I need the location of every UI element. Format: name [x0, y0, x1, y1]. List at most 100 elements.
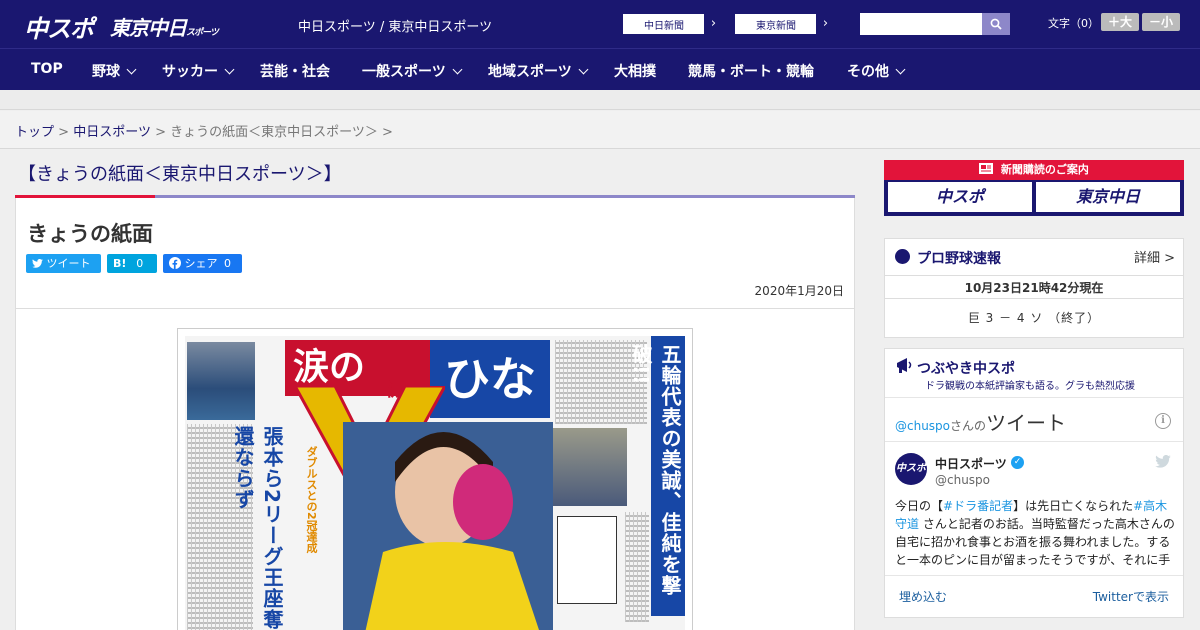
tweet-text-part: 】は先日亡くなられた: [1013, 499, 1134, 513]
tweet-widget-subtitle[interactable]: ドラ観戦の本紙評論家も語る。グラも熱烈応援: [925, 377, 1135, 392]
tokyo-logo-text: 東京中日: [110, 16, 187, 40]
nav-label: 大相撲: [614, 64, 656, 80]
chevron-down-icon: [452, 64, 463, 75]
headline-vertical-left: 張本ら2リーグ王座奪還ならず: [231, 426, 284, 630]
article-title: きょうの紙面: [27, 222, 153, 246]
nav-item-sumo[interactable]: 大相撲: [614, 61, 656, 81]
baseball-widget-title: プロ野球速報: [917, 251, 1001, 267]
chevron-down-icon: [224, 64, 235, 75]
tokyo-logo-small: スポーツ: [186, 28, 219, 38]
spacer-band: [0, 90, 1200, 110]
twitter-timeline-widget: つぶやき中スポ ドラ観戦の本紙評論家も語る。グラも熱烈応援 @chuspoさんの…: [884, 348, 1184, 618]
main-nav: TOP 野球 サッカー 芸能・社会 一般スポーツ 地域スポーツ 大相撲 競馬・ボ…: [0, 48, 1200, 90]
baseball-game-score[interactable]: 巨 3 － 4 ソ （終了）: [885, 309, 1183, 326]
facebook-count: 0: [224, 257, 231, 270]
baseball-scores-widget: プロ野球速報 詳細 > 10月23日21時42分現在 巨 3 － 4 ソ （終了…: [884, 238, 1184, 338]
avatar[interactable]: 中スポ: [895, 453, 927, 485]
nav-item-general-sports[interactable]: 一般スポーツ: [362, 61, 463, 81]
font-smaller-button[interactable]: －小: [1142, 13, 1180, 31]
nav-item-top[interactable]: TOP: [31, 61, 63, 77]
subscribe-chuspo-logo[interactable]: 中スポ: [888, 182, 1032, 212]
score-box: [557, 516, 617, 604]
timeline-footer: 埋め込む Twitterで表示: [885, 575, 1183, 617]
nav-item-entertainment[interactable]: 芸能・社会: [260, 61, 330, 81]
timeline-tweets-word: ツイート: [986, 411, 1067, 435]
player-small-photo: [545, 428, 627, 506]
subscription-title: 新聞購読のご案内: [884, 160, 1184, 180]
nav-item-racing[interactable]: 競馬・ボート・競輪: [688, 61, 814, 81]
baseball-updated-time: 10月23日21時42分現在: [885, 275, 1183, 299]
article-date: 2020年1月20日: [754, 284, 844, 298]
font-size-label: 文字（0）: [1048, 17, 1099, 30]
nav-item-soccer[interactable]: サッカー: [162, 61, 235, 81]
baseball-detail-link[interactable]: 詳細 >: [1134, 247, 1175, 266]
nav-label: 地域スポーツ: [488, 64, 572, 80]
font-larger-button[interactable]: ＋大: [1101, 13, 1139, 31]
chevron-down-icon: [578, 64, 589, 75]
tweet-account-name[interactable]: 中日スポーツ: [935, 455, 1007, 472]
facebook-share-button[interactable]: シェア 0: [163, 254, 242, 273]
breadcrumb-top[interactable]: トップ: [15, 125, 54, 140]
ext-link-label: 中日新聞: [644, 21, 684, 32]
tokyo-shimbun-link[interactable]: 東京新聞 ›: [734, 13, 836, 35]
tweet-button[interactable]: ツイート: [26, 254, 101, 273]
newspaper-front-page-image[interactable]: 涙の ひな V 初 張本ら2リーグ王座奪還ならず ダブルスとの2冠達成 五輪代表…: [185, 336, 685, 630]
nav-label: その他: [847, 64, 889, 80]
divider: [885, 441, 1183, 442]
chuspo-logo[interactable]: 中スポ: [24, 9, 94, 44]
nav-label: サッカー: [162, 64, 218, 80]
player-photo: [343, 422, 553, 630]
headline-hatsu: 初: [385, 380, 403, 401]
page-title: 【きょうの紙面＜東京中日スポーツ＞】: [18, 164, 342, 185]
breadcrumb-separator: >: [155, 125, 166, 140]
megaphone-icon: [897, 358, 912, 373]
header-bar: 中スポ 東京中日スポーツ 中日スポーツ / 東京中日スポーツ 中日新聞 › 東京…: [0, 0, 1200, 48]
nav-label: 競馬・ボート・競輪: [688, 64, 814, 80]
embed-link[interactable]: 埋め込む: [899, 588, 947, 605]
tweet-text-part: 今日の【: [895, 499, 944, 513]
site-names[interactable]: 中日スポーツ / 東京中日スポーツ: [298, 16, 492, 35]
breadcrumb: トップ > 中日スポーツ > きょうの紙面＜東京中日スポーツ＞ >: [0, 111, 1200, 149]
timeline-handle-suffix: さんの: [950, 419, 987, 433]
timeline-header: @chuspoさんのツイート: [895, 407, 1066, 436]
twitter-bird-icon[interactable]: [1155, 455, 1171, 468]
newspaper-icon: [979, 163, 994, 174]
view-on-twitter-link[interactable]: Twitterで表示: [1093, 588, 1169, 605]
headline-vertical-right: 五輪代表の美誠、佳純を撃破!!: [629, 336, 685, 616]
search-input[interactable]: [860, 13, 982, 35]
nav-item-other[interactable]: その他: [847, 61, 906, 81]
timeline-handle[interactable]: @chuspo: [895, 419, 950, 433]
nav-item-local-sports[interactable]: 地域スポーツ: [488, 61, 589, 81]
hashtag-link[interactable]: #ドラ番記者: [943, 499, 1013, 513]
subscription-banner[interactable]: 新聞購読のご案内 中スポ 東京中日: [884, 160, 1184, 216]
nav-label: 野球: [92, 64, 120, 80]
ext-link-label: 東京新聞: [756, 21, 796, 32]
nav-label: TOP: [31, 61, 63, 77]
chevron-down-icon: [126, 64, 137, 75]
breadcrumb-separator: >: [382, 125, 393, 140]
nav-item-baseball[interactable]: 野球: [92, 61, 137, 81]
table-tennis-photo: [187, 342, 255, 420]
tweet-widget-title: つぶやき中スポ: [917, 361, 1015, 377]
hatena-label: B!: [113, 257, 127, 270]
headline-vertical-small: ダブルスとの2冠達成: [305, 446, 318, 553]
tweet-text-part: さんと記者のお話。当時監督だった高木さんの自宅に招かれ食事とお酒を振る舞われまし…: [895, 517, 1175, 567]
tweet-account-handle[interactable]: @chuspo: [935, 473, 990, 487]
info-icon[interactable]: i: [1155, 413, 1171, 429]
search-icon: [990, 18, 1002, 30]
facebook-icon: [169, 257, 181, 269]
newsprint-column: [625, 512, 649, 622]
nav-label: 一般スポーツ: [362, 64, 446, 80]
chevron-right-icon: ›: [703, 14, 723, 34]
baseball-icon: [895, 249, 910, 264]
nav-label: 芸能・社会: [260, 64, 330, 80]
breadcrumb-chunichi-sports[interactable]: 中日スポーツ: [73, 125, 151, 140]
twitter-bird-icon: [32, 258, 43, 268]
divider: [885, 397, 1183, 398]
subscribe-tokyo-logo[interactable]: 東京中日: [1036, 182, 1180, 212]
hatena-bookmark-button[interactable]: B! 0: [107, 254, 157, 273]
chunichi-shimbun-link[interactable]: 中日新聞 ›: [622, 13, 724, 35]
tokyo-chunichi-logo[interactable]: 東京中日スポーツ: [110, 12, 219, 41]
facebook-label: シェア: [184, 257, 218, 270]
search-button[interactable]: [982, 13, 1010, 35]
